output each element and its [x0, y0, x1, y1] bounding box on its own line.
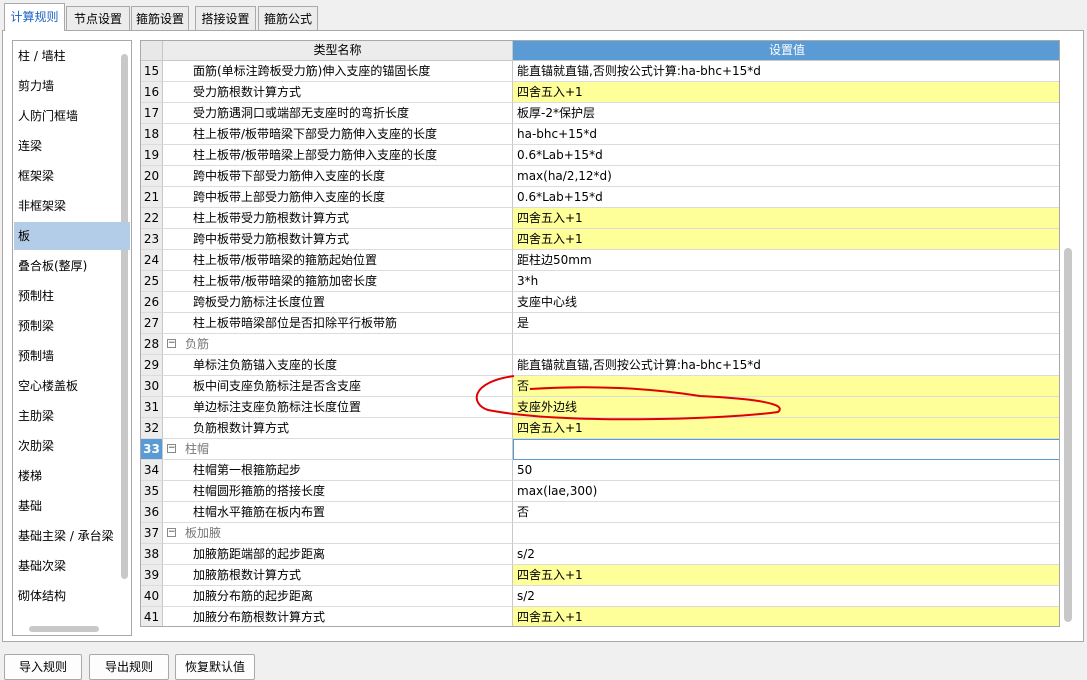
- tab-0[interactable]: 计算规则: [4, 3, 65, 31]
- red-hand-annotation: [475, 375, 781, 421]
